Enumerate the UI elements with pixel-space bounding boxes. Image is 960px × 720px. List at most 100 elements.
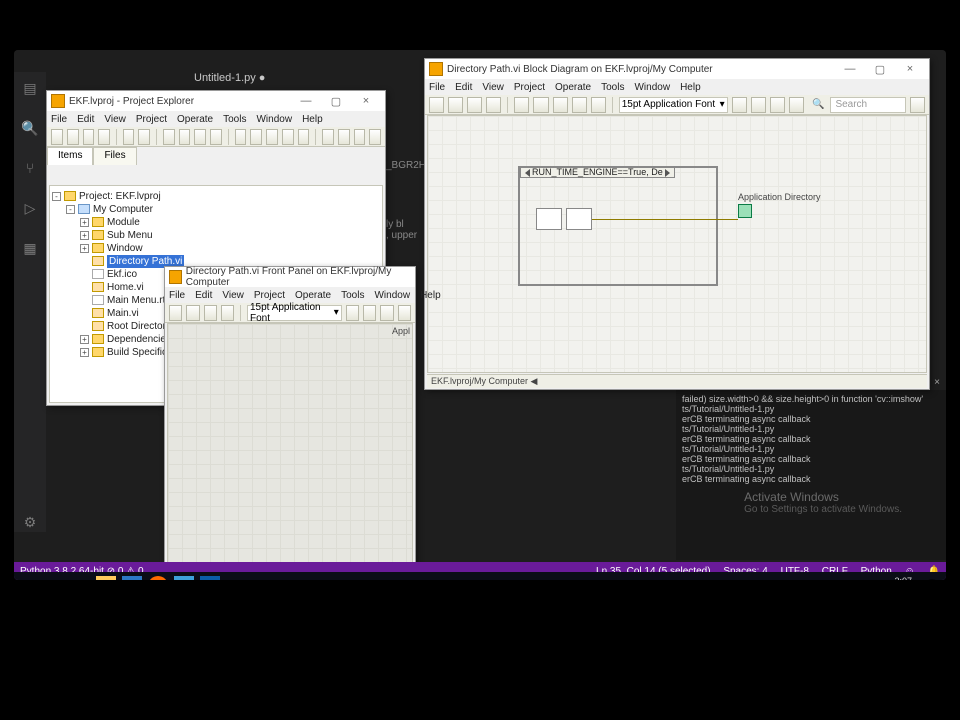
cleanup-button[interactable] (789, 97, 804, 113)
maximize-button[interactable]: ▢ (321, 95, 351, 108)
step-out-button[interactable] (591, 97, 606, 113)
terminal-output[interactable]: failed) size.width>0 && size.height>0 in… (676, 390, 946, 560)
titlebar[interactable]: EKF.lvproj - Project Explorer — ▢ × (47, 91, 385, 111)
menu-help[interactable]: Help (420, 290, 441, 301)
close-button[interactable]: × (895, 63, 925, 75)
file-explorer-icon[interactable] (96, 576, 116, 580)
resize-button[interactable] (380, 305, 393, 321)
search-input[interactable]: Search (830, 97, 905, 113)
menu-tools[interactable]: Tools (601, 82, 624, 93)
indicator-terminal[interactable] (738, 204, 752, 218)
toolbar-btn[interactable] (138, 129, 150, 145)
menu-help[interactable]: Help (302, 114, 323, 125)
toolbar-btn[interactable] (163, 129, 175, 145)
pause-button[interactable] (486, 97, 501, 113)
node[interactable] (536, 208, 562, 230)
titlebar[interactable]: Directory Path.vi Front Panel on EKF.lvp… (165, 267, 415, 287)
menu-file[interactable]: File (429, 82, 445, 93)
toolbar-btn[interactable] (354, 129, 366, 145)
menu-operate[interactable]: Operate (177, 114, 213, 125)
node[interactable] (566, 208, 592, 230)
menu-edit[interactable]: Edit (77, 114, 94, 125)
minimize-button[interactable]: — (291, 95, 321, 107)
toolbar-btn[interactable] (179, 129, 191, 145)
minimize-button[interactable]: — (835, 63, 865, 75)
step-over-button[interactable] (572, 97, 587, 113)
menu-view[interactable]: View (104, 114, 126, 125)
highlight-button[interactable] (514, 97, 529, 113)
toolbar-btn[interactable] (83, 129, 95, 145)
run-button[interactable] (169, 305, 182, 321)
menu-window[interactable]: Window (256, 114, 292, 125)
step-in-button[interactable] (553, 97, 568, 113)
menu-edit[interactable]: Edit (455, 82, 472, 93)
menu-project[interactable]: Project (514, 82, 545, 93)
wire[interactable] (592, 219, 738, 220)
menu-operate[interactable]: Operate (295, 290, 331, 301)
stop-button[interactable] (467, 97, 482, 113)
menu-edit[interactable]: Edit (195, 290, 212, 301)
taskview-icon[interactable]: ▭ (70, 576, 90, 580)
run-continuous-button[interactable] (448, 97, 463, 113)
reorder-button[interactable] (398, 305, 411, 321)
front-panel-canvas[interactable]: Appl (167, 323, 413, 563)
toolbar-btn[interactable] (67, 129, 79, 145)
toolbar-btn[interactable] (369, 129, 381, 145)
reorder-button[interactable] (770, 97, 785, 113)
block-diagram-canvas[interactable]: RUN_TIME_ENGINE==True, De Application Di… (427, 115, 927, 373)
toolbar-btn[interactable] (338, 129, 350, 145)
menu-file[interactable]: File (51, 114, 67, 125)
toolbar-btn[interactable] (298, 129, 310, 145)
toolbar-btn[interactable] (98, 129, 110, 145)
menu-tools[interactable]: Tools (223, 114, 246, 125)
align-button[interactable] (346, 305, 359, 321)
menu-window[interactable]: Window (374, 290, 410, 301)
retain-button[interactable] (533, 97, 548, 113)
menu-file[interactable]: File (169, 290, 185, 301)
debug-icon[interactable]: ▷ (21, 200, 39, 218)
pause-button[interactable] (221, 305, 234, 321)
terminal-close-icon[interactable]: × (934, 377, 940, 388)
toolbar-btn[interactable] (266, 129, 278, 145)
help-button[interactable] (910, 97, 925, 113)
extensions-icon[interactable]: ▦ (21, 240, 39, 258)
stop-button[interactable] (204, 305, 217, 321)
font-dropdown[interactable]: 15pt Application Font▾ (619, 97, 728, 113)
tree-item[interactable]: -Project: EKF.lvproj (52, 190, 380, 203)
taskbar-search-icon[interactable]: ○ (44, 576, 64, 580)
explorer-icon[interactable]: ▤ (21, 80, 39, 98)
toolbar-btn[interactable] (123, 129, 135, 145)
align-button[interactable] (732, 97, 747, 113)
toolbar-btn[interactable] (282, 129, 294, 145)
menu-tools[interactable]: Tools (341, 290, 364, 301)
scm-icon[interactable]: ⑂ (21, 160, 39, 178)
taskbar-clock[interactable]: 2:07 15/05/2020 (867, 576, 916, 580)
toolbar-btn[interactable] (322, 129, 334, 145)
tree-item[interactable]: -My Computer (52, 203, 380, 216)
store-icon[interactable] (122, 576, 142, 580)
menu-view[interactable]: View (482, 82, 504, 93)
firefox-icon[interactable] (148, 576, 168, 580)
menu-operate[interactable]: Operate (555, 82, 591, 93)
menu-help[interactable]: Help (680, 82, 701, 93)
menu-project[interactable]: Project (254, 290, 285, 301)
search-icon[interactable]: 🔍 (21, 120, 39, 138)
titlebar[interactable]: Directory Path.vi Block Diagram on EKF.l… (425, 59, 929, 79)
font-dropdown[interactable]: 15pt Application Font▾ (247, 305, 342, 321)
tree-item[interactable]: +Sub Menu (52, 229, 380, 242)
toolbar-btn[interactable] (51, 129, 63, 145)
distribute-button[interactable] (751, 97, 766, 113)
tab-items[interactable]: Items (47, 147, 93, 165)
tree-item[interactable]: +Window (52, 242, 380, 255)
app-icon[interactable] (174, 576, 194, 580)
toolbar-btn[interactable] (210, 129, 222, 145)
menu-project[interactable]: Project (136, 114, 167, 125)
run-continuous-button[interactable] (186, 305, 199, 321)
menu-window[interactable]: Window (634, 82, 670, 93)
editor-tab[interactable]: Untitled-1.py ● (194, 72, 265, 84)
menu-view[interactable]: View (222, 290, 244, 301)
vscode-icon[interactable] (200, 576, 220, 580)
maximize-button[interactable]: ▢ (865, 63, 895, 76)
toolbar-btn[interactable] (250, 129, 262, 145)
notifications-icon[interactable]: 💬 (922, 576, 942, 580)
